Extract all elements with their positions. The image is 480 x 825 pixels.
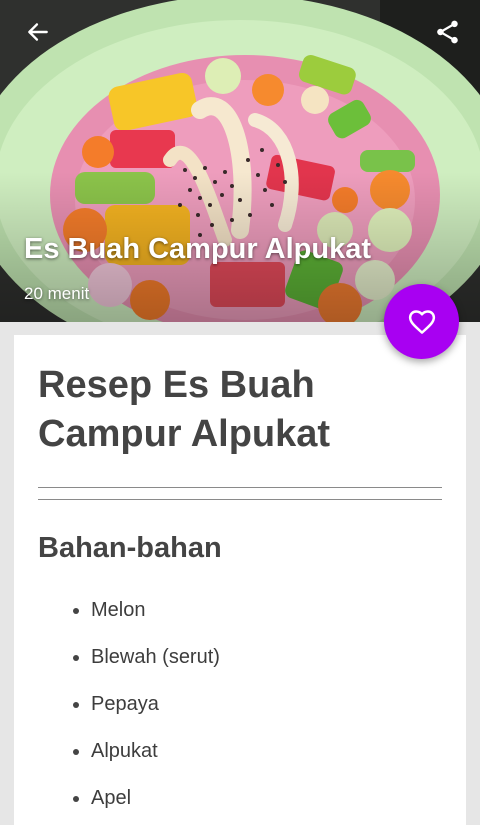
ingredient-label: Melon [91, 599, 146, 621]
ingredient-label: Apel [91, 787, 132, 809]
hero-title: Es Buah Campur Alpukat [24, 233, 371, 265]
ingredient-item: Blewah (serut) [14, 634, 220, 681]
share-button[interactable] [430, 14, 466, 50]
arrow-left-icon [28, 23, 48, 41]
divider-top [38, 487, 442, 488]
back-button[interactable] [20, 14, 56, 50]
divider-bottom [38, 499, 442, 500]
ingredient-label: Blewah (serut) [91, 646, 220, 668]
bullet-icon [73, 701, 79, 708]
ingredient-item: Pepaya [14, 681, 220, 728]
bullet-icon [73, 607, 79, 614]
cooking-time: 20 menit [24, 284, 90, 303]
ingredient-item: Melon [14, 587, 220, 634]
favorite-button[interactable] [384, 284, 459, 359]
ingredient-label: Alpukat [91, 740, 158, 762]
bullet-icon [73, 654, 79, 661]
ingredients-list: Melon Blewah (serut) Pepaya Alpukat Apel [14, 587, 220, 822]
share-icon [437, 20, 458, 44]
recipe-hero-image: Es Buah Campur Alpukat 20 menit [0, 0, 480, 322]
bullet-icon [73, 795, 79, 802]
ingredients-heading: Bahan-bahan [38, 532, 222, 564]
recipe-title: Resep Es Buah Campur Alpukat [38, 364, 331, 455]
ingredient-label: Pepaya [91, 693, 159, 715]
bullet-icon [73, 748, 79, 755]
recipe-card: Resep Es Buah Campur Alpukat Bahan-bahan… [14, 335, 466, 825]
ingredient-item: Alpukat [14, 728, 220, 775]
heart-outline-icon [408, 309, 435, 334]
